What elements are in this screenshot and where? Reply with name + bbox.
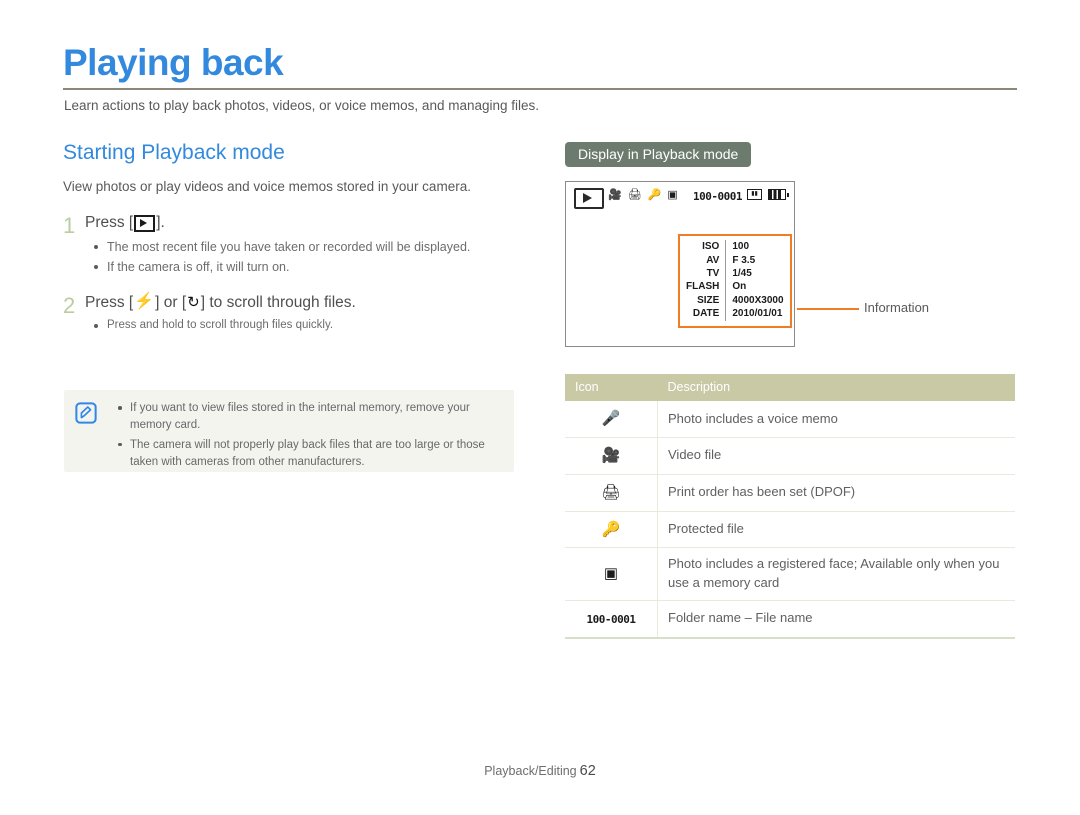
table-row: ▣ Photo includes a registered face; Avai…	[565, 547, 1015, 601]
row-description: Folder name – File name	[657, 600, 1015, 639]
title-divider	[63, 88, 1017, 90]
video-camera-icon: 🎥	[608, 189, 622, 202]
table-header-row: Icon Description	[565, 374, 1015, 402]
row-description: Video file	[657, 437, 1015, 475]
table-row: 100-0001 Folder name – File name	[565, 600, 1015, 639]
step-2-body: Press [ ⚡ ] or [ ↻ ] to scroll through f…	[85, 293, 523, 336]
step-1-text-before: Press [	[85, 214, 134, 232]
display-mode-tag: Display in Playback mode	[565, 142, 752, 168]
list-item: Press and hold to scroll through files q…	[85, 317, 507, 335]
table-row: 🎥 Video file	[565, 437, 1015, 475]
playback-mode-icon	[574, 188, 604, 210]
step-2: 2 Press [ ⚡ ] or [ ↻ ] to scroll through…	[63, 293, 523, 336]
info-value: 2010/01/01	[725, 307, 784, 321]
section-lead: View photos or play videos and voice mem…	[63, 179, 471, 195]
info-key: FLASH	[686, 281, 720, 293]
list-item: If the camera is off, it will turn on.	[85, 258, 507, 277]
note-bullets: If you want to view files stored in the …	[116, 400, 502, 473]
list-item: The most recent file you have taken or r…	[85, 238, 507, 257]
page-footer: Playback/Editing 62	[0, 763, 1080, 779]
lcd-status-bar: 🎥 🖨 🔑 ▣ 100-0001 ▮▮	[566, 182, 794, 210]
left-column: Starting Playback mode View photos or pl…	[63, 140, 523, 336]
step-1-body: Press [ ]. The most recent file you have…	[85, 213, 523, 278]
page-intro: Learn actions to play back photos, video…	[64, 98, 540, 113]
lcd-info-table: ISO 100 AV F 3.5 TV 1/45 FLASH On SIZE 4…	[686, 240, 784, 321]
play-button-icon	[134, 214, 156, 232]
info-key: SIZE	[697, 294, 720, 306]
step-1-heading: Press [ ].	[85, 213, 523, 232]
section-title: Starting Playback mode	[63, 141, 285, 164]
battery-full-icon	[768, 189, 789, 201]
table-row: ISO 100	[686, 240, 784, 254]
right-column: Display in Playback mode 🎥 🖨 🔑 ▣ 100-000…	[565, 142, 1020, 349]
step-2-text-before: Press [	[85, 293, 134, 311]
file-number-label: 100-0001	[586, 612, 636, 626]
info-key: DATE	[692, 308, 720, 320]
step-1-bullets: The most recent file you have taken or r…	[85, 238, 523, 278]
column-header-icon: Icon	[565, 374, 658, 402]
table-row: 🔑 Protected file	[565, 511, 1015, 549]
lcd-file-label: 100-0001	[693, 190, 742, 204]
flash-icon: ⚡	[134, 293, 155, 311]
info-key: TV	[706, 267, 720, 279]
table-row: 🖨 Print order has been set (DPOF)	[565, 474, 1015, 512]
row-description: Photo includes a voice memo	[657, 401, 1015, 439]
step-2-heading: Press [ ⚡ ] or [ ↻ ] to scroll through f…	[85, 293, 523, 312]
lcd-status-icons: 🎥 🖨 🔑 ▣	[608, 190, 678, 201]
step-2-number: 2	[63, 292, 76, 318]
lcd-information-panel: ISO 100 AV F 3.5 TV 1/45 FLASH On SIZE 4…	[678, 234, 792, 328]
step-1-text-after: ].	[156, 214, 165, 232]
table-row: AV F 3.5	[686, 253, 784, 267]
microphone-icon: 🎤	[565, 401, 658, 439]
list-item: The camera will not properly play back f…	[116, 437, 502, 472]
self-timer-icon: ↻	[187, 293, 200, 311]
face-recognition-icon: ▣	[667, 189, 678, 202]
row-description: Protected file	[657, 511, 1015, 549]
face-recognition-icon: ▣	[565, 547, 658, 601]
info-key: ISO	[702, 241, 720, 253]
memory-card-icon: ▮▮	[747, 189, 762, 201]
info-value: F 3.5	[725, 253, 784, 267]
row-description: Print order has been set (DPOF)	[657, 474, 1015, 512]
info-value: 4000X3000	[725, 293, 784, 308]
footer-page-number: 62	[579, 763, 596, 779]
column-header-description: Description	[657, 374, 1015, 402]
table-row: 🎤 Photo includes a voice memo	[565, 401, 1015, 439]
step-2-text-middle: ] or [	[155, 293, 187, 311]
file-number-text: 100-0001	[565, 600, 658, 639]
note-box: If you want to view files stored in the …	[64, 390, 514, 472]
callout-leader-line	[797, 308, 859, 311]
info-key: AV	[706, 254, 720, 266]
info-value: On	[725, 280, 784, 294]
row-description: Photo includes a registered face; Availa…	[657, 547, 1015, 601]
camera-lcd-illustration: 🎥 🖨 🔑 ▣ 100-0001 ▮▮ ISO 100 AV F 3.5 TV …	[565, 181, 929, 349]
video-camera-icon: 🎥	[565, 437, 658, 475]
step-2-text-after: ] to scroll through files.	[200, 293, 356, 311]
lcd-screen: 🎥 🖨 🔑 ▣ 100-0001 ▮▮ ISO 100 AV F 3.5 TV …	[565, 181, 795, 348]
table-row: SIZE 4000X3000	[686, 293, 784, 308]
info-value: 100	[725, 240, 784, 254]
printer-icon: 🖨	[565, 474, 658, 512]
step-2-bullets: Press and hold to scroll through files q…	[85, 317, 523, 335]
key-lock-icon: 🔑	[565, 511, 658, 549]
page-title: Playing back	[63, 42, 284, 83]
note-pen-icon	[75, 402, 97, 424]
footer-section: Playback/Editing	[484, 764, 577, 778]
printer-icon: 🖨	[627, 189, 642, 202]
list-item: If you want to view files stored in the …	[116, 400, 502, 435]
key-lock-icon: 🔑	[647, 189, 662, 202]
info-value: 1/45	[725, 266, 784, 281]
callout-label: Information	[864, 300, 930, 316]
step-1-number: 1	[63, 213, 76, 239]
table-row: TV 1/45	[686, 266, 784, 281]
step-1: 1 Press [ ]. The most recent file you ha…	[63, 213, 523, 278]
table-row: FLASH On	[686, 280, 784, 294]
icon-description-table: Icon Description 🎤 Photo includes a voic…	[565, 374, 1015, 639]
table-row: DATE 2010/01/01	[686, 307, 784, 321]
manual-page: Playing back Learn actions to play back …	[0, 0, 1080, 815]
